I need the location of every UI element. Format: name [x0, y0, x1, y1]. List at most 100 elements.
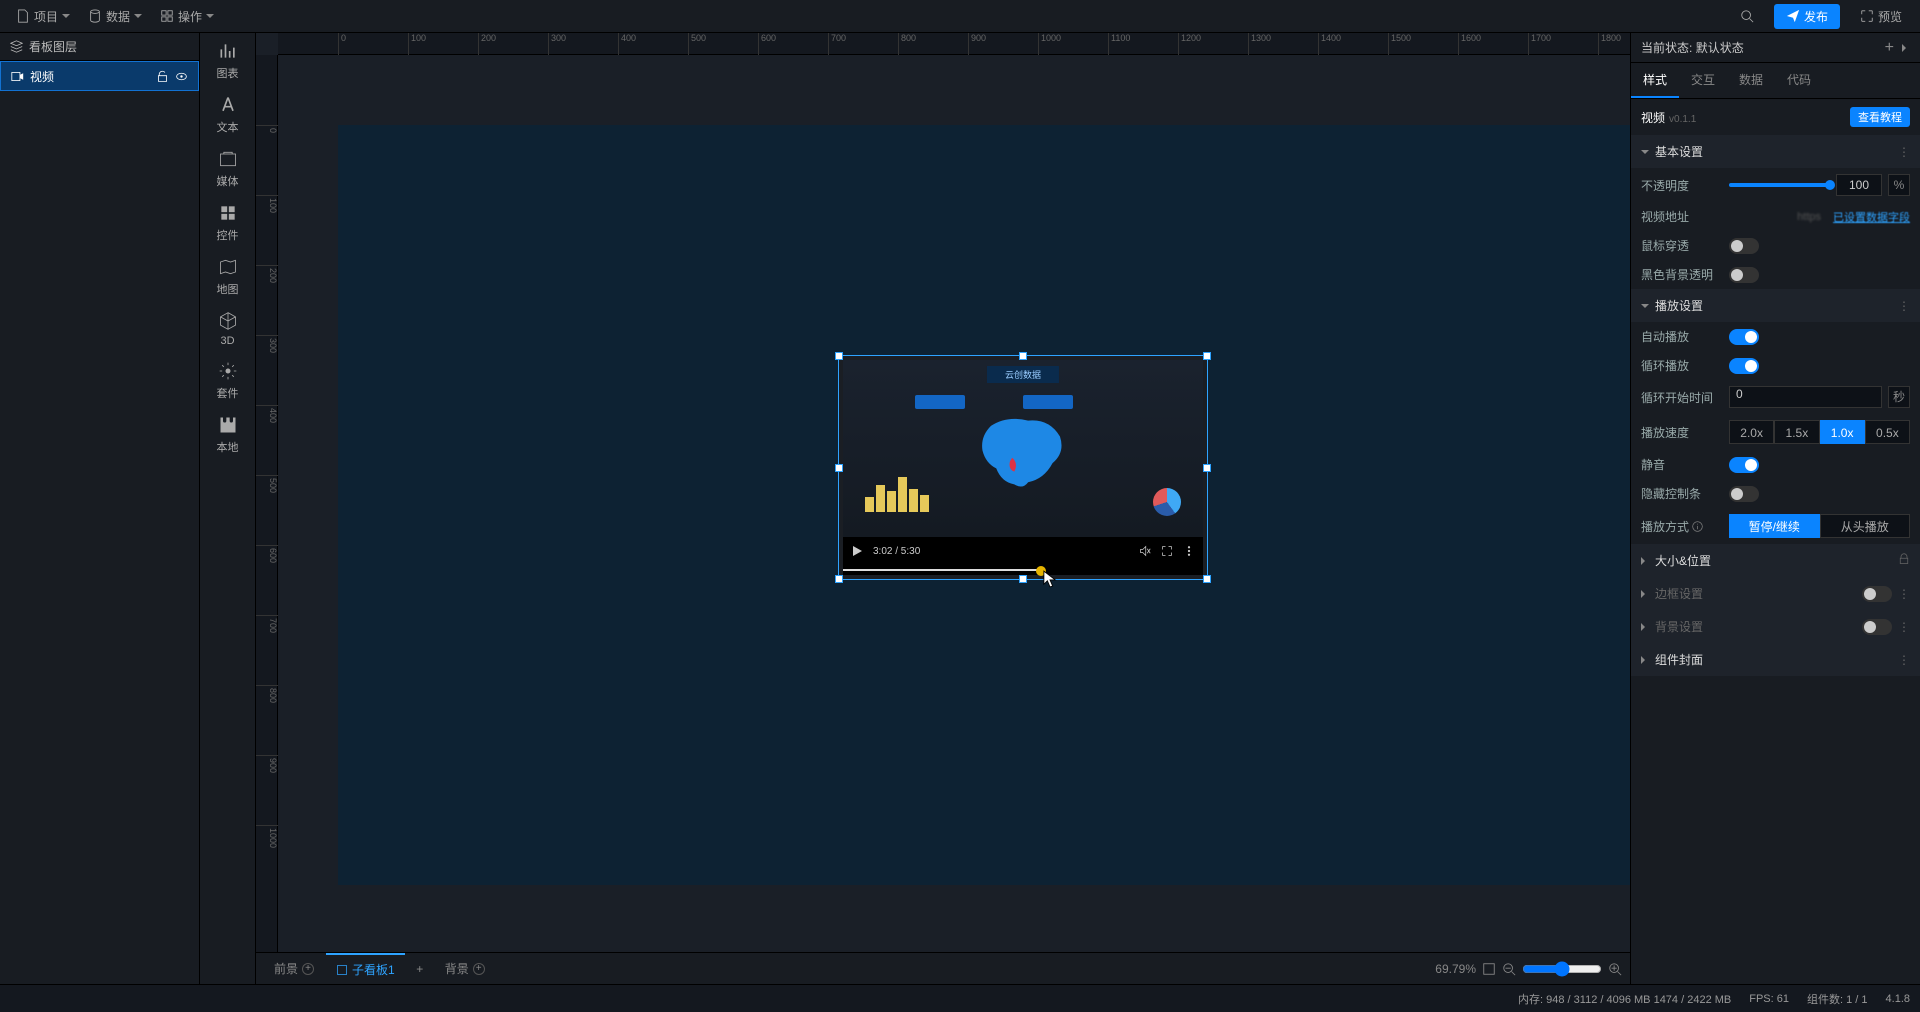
- more-vert-icon[interactable]: ⋮: [1898, 653, 1910, 667]
- resize-handle[interactable]: [1203, 352, 1211, 360]
- section-basic[interactable]: 基本设置⋮: [1631, 135, 1920, 168]
- add-icon[interactable]: +: [473, 963, 485, 975]
- section-border[interactable]: 边框设置⋮: [1631, 577, 1920, 610]
- more-vert-icon[interactable]: [1183, 545, 1195, 557]
- add-icon[interactable]: +: [302, 963, 314, 975]
- mouse-through-label: 鼠标穿透: [1641, 237, 1721, 254]
- section-size-pos[interactable]: 大小&位置: [1631, 544, 1920, 577]
- menu-project[interactable]: 项目: [8, 4, 78, 29]
- bottom-tabs: 前景+ 子看板1 + 背景+ 69.79%: [256, 952, 1630, 984]
- mute-icon[interactable]: [1139, 545, 1151, 557]
- speed-option[interactable]: 2.0x: [1729, 420, 1774, 444]
- speed-label: 播放速度: [1641, 424, 1721, 441]
- tab-background[interactable]: 背景+: [435, 954, 495, 983]
- black-bg-switch[interactable]: [1729, 267, 1759, 283]
- state-expand[interactable]: [1902, 44, 1910, 52]
- url-label: 视频地址: [1641, 208, 1721, 225]
- more-vert-icon[interactable]: ⋮: [1898, 620, 1910, 634]
- status-components: 组件数: 1 / 1: [1807, 991, 1868, 1007]
- loop-start-input[interactable]: 0: [1729, 386, 1882, 408]
- toolbox-map[interactable]: 地图: [204, 257, 252, 297]
- resize-handle[interactable]: [1019, 575, 1027, 583]
- preview-button[interactable]: 预览: [1850, 4, 1912, 29]
- play-icon[interactable]: [851, 545, 863, 557]
- section-cover[interactable]: 组件封面⋮: [1631, 643, 1920, 676]
- url-binding-link[interactable]: 已设置数据字段: [1833, 209, 1910, 225]
- search-button[interactable]: [1730, 5, 1764, 27]
- toolbox-text[interactable]: 文本: [204, 95, 252, 135]
- canvas[interactable]: 0100200300400500600700800900100011001200…: [256, 33, 1630, 984]
- toolbox-kit[interactable]: 套件: [204, 361, 252, 401]
- mouse-through-switch[interactable]: [1729, 238, 1759, 254]
- add-state-button[interactable]: +: [1885, 39, 1894, 57]
- resize-handle[interactable]: [1203, 575, 1211, 583]
- zoom-value: 69.79%: [1435, 962, 1476, 976]
- video-progress[interactable]: [843, 565, 1203, 575]
- layer-item-video[interactable]: 视频: [0, 61, 199, 91]
- tab-interact[interactable]: 交互: [1679, 63, 1727, 98]
- playmode-option[interactable]: 暂停/继续: [1729, 514, 1820, 538]
- selected-video-component[interactable]: 云创数据 3:02 / 5:30: [838, 355, 1208, 580]
- zoom-out-icon[interactable]: [1502, 962, 1516, 976]
- layers-panel: 看板图层 视频: [0, 33, 200, 984]
- tutorial-button[interactable]: 查看教程: [1850, 107, 1910, 127]
- cube-icon: [218, 311, 238, 331]
- tab-sub-board[interactable]: 子看板1: [326, 953, 405, 984]
- video-control-bar[interactable]: 3:02 / 5:30: [843, 537, 1203, 565]
- resize-handle[interactable]: [835, 575, 843, 583]
- menu-data[interactable]: 数据: [80, 4, 150, 29]
- mini-pie-chart: [1153, 488, 1181, 516]
- section-play[interactable]: 播放设置⋮: [1631, 289, 1920, 322]
- speed-option[interactable]: 1.0x: [1820, 420, 1865, 444]
- speed-option[interactable]: 1.5x: [1774, 420, 1819, 444]
- resize-handle[interactable]: [1203, 464, 1211, 472]
- toolbox-media[interactable]: 媒体: [204, 149, 252, 189]
- bg-switch[interactable]: [1862, 619, 1892, 635]
- ruler-vertical: 01002003004005006007008009001000: [256, 55, 278, 984]
- loop-switch[interactable]: [1729, 358, 1759, 374]
- mute-switch[interactable]: [1729, 457, 1759, 473]
- toolbox-control[interactable]: 控件: [204, 203, 252, 243]
- unlock-icon[interactable]: [156, 70, 169, 83]
- speed-option[interactable]: 0.5x: [1865, 420, 1910, 444]
- opacity-slider[interactable]: [1729, 183, 1830, 187]
- zoom-in-icon[interactable]: [1608, 962, 1622, 976]
- playmode-label: 播放方式: [1641, 518, 1721, 535]
- tab-style[interactable]: 样式: [1631, 63, 1679, 98]
- toolbox-chart[interactable]: 图表: [204, 41, 252, 81]
- zoom-slider[interactable]: [1522, 961, 1602, 977]
- cursor-icon: [1043, 570, 1057, 588]
- tab-code[interactable]: 代码: [1775, 63, 1823, 98]
- section-bg[interactable]: 背景设置⋮: [1631, 610, 1920, 643]
- loop-label: 循环播放: [1641, 357, 1721, 374]
- autoplay-switch[interactable]: [1729, 329, 1759, 345]
- menu-action[interactable]: 操作: [152, 4, 222, 29]
- speed-segment: 2.0x1.5x1.0x0.5x: [1729, 420, 1910, 444]
- info-icon[interactable]: [1692, 521, 1703, 532]
- border-switch[interactable]: [1862, 586, 1892, 602]
- resize-handle[interactable]: [1019, 352, 1027, 360]
- opacity-label: 不透明度: [1641, 177, 1721, 194]
- add-board-button[interactable]: +: [407, 962, 433, 976]
- toolbox-3d[interactable]: 3D: [204, 311, 252, 347]
- puzzle-icon: [218, 415, 238, 435]
- tab-foreground[interactable]: 前景+: [264, 954, 324, 983]
- resize-handle[interactable]: [835, 352, 843, 360]
- more-vert-icon[interactable]: ⋮: [1898, 145, 1910, 159]
- status-version: 4.1.8: [1886, 993, 1910, 1005]
- more-vert-icon[interactable]: ⋮: [1898, 299, 1910, 313]
- opacity-value[interactable]: 100: [1836, 174, 1882, 196]
- lock-icon[interactable]: [1898, 553, 1910, 568]
- resize-handle[interactable]: [835, 464, 843, 472]
- fullscreen-icon[interactable]: [1161, 545, 1173, 557]
- state-value: 默认状态: [1696, 41, 1744, 55]
- publish-button[interactable]: 发布: [1774, 4, 1840, 29]
- hide-ctrl-switch[interactable]: [1729, 486, 1759, 502]
- playmode-option[interactable]: 从头播放: [1820, 514, 1911, 538]
- more-vert-icon[interactable]: ⋮: [1898, 587, 1910, 601]
- eye-icon[interactable]: [175, 70, 188, 83]
- fit-icon[interactable]: [1482, 962, 1496, 976]
- tab-data[interactable]: 数据: [1727, 63, 1775, 98]
- toolbox-local[interactable]: 本地: [204, 415, 252, 455]
- search-icon: [1740, 9, 1754, 23]
